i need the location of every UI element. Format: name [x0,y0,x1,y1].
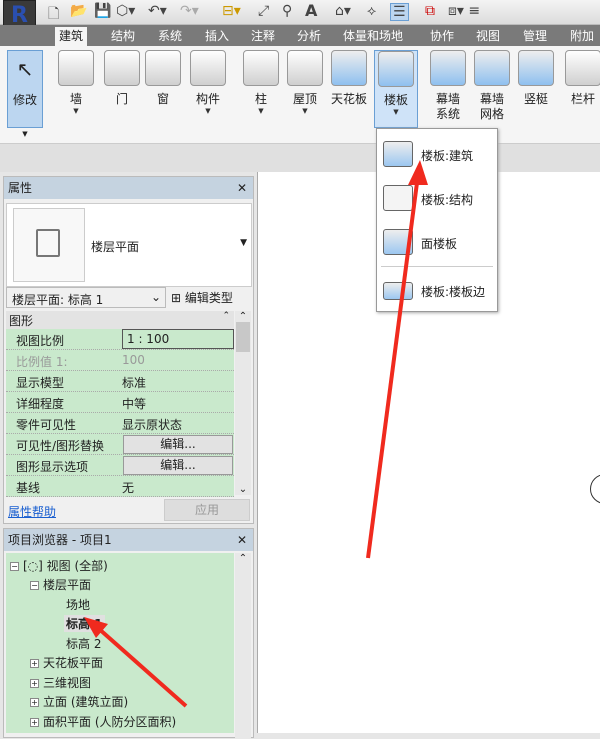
arrow-head [408,160,428,185]
red-arrow-to-level [96,626,188,708]
annotation-arrows [84,160,428,708]
red-arrow-to-menu [366,174,420,559]
